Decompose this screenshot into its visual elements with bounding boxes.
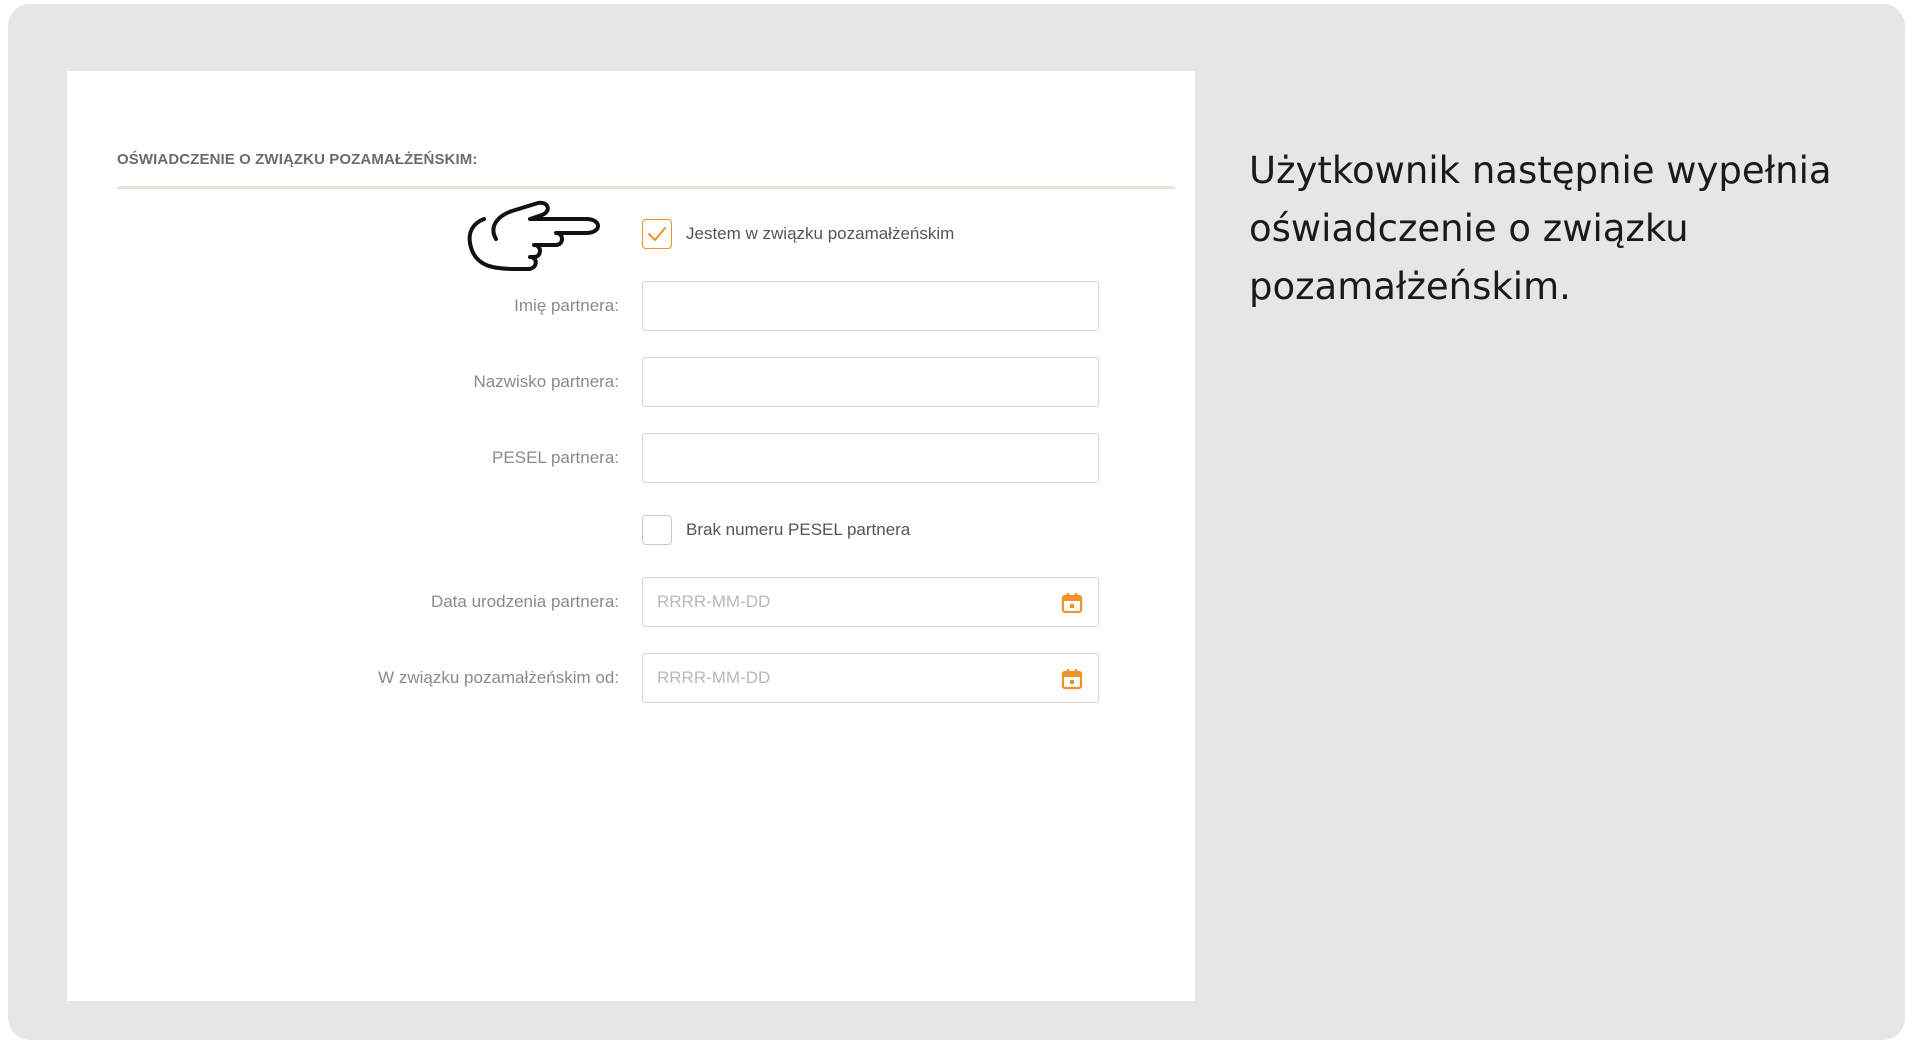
calendar-icon[interactable]: [1060, 591, 1084, 615]
date-placeholder: RRRR-MM-DD: [657, 668, 771, 687]
pointing-hand-icon: [467, 200, 600, 271]
no-pesel-checkbox[interactable]: [642, 515, 672, 545]
relationship-since-input[interactable]: RRRR-MM-DD: [642, 653, 1099, 703]
relationship-checkbox[interactable]: [642, 219, 672, 249]
slide-background: OŚWIADCZENIE O ZWIĄZKU POZAMAŁŻEŃSKIM: J…: [8, 4, 1905, 1040]
calendar-icon[interactable]: [1060, 667, 1084, 691]
partner-birth-date-label: Data urodzenia partnera:: [430, 592, 619, 611]
section-divider: [117, 186, 1175, 189]
partner-pesel-input[interactable]: [642, 433, 1099, 483]
no-pesel-checkbox-label: Brak numeru PESEL partnera: [686, 520, 911, 539]
partner-last-name-label: Nazwisko partnera:: [473, 372, 619, 391]
partner-pesel-label: PESEL partnera:: [492, 448, 619, 467]
relationship-since-label: W związku pozamałżeńskim od:: [378, 668, 619, 687]
checkmark-icon: [648, 227, 666, 241]
form-panel: OŚWIADCZENIE O ZWIĄZKU POZAMAŁŻEŃSKIM: J…: [67, 71, 1195, 1001]
relationship-checkbox-label: Jestem w związku pozamałżeńskim: [686, 224, 955, 243]
partner-first-name-input[interactable]: [642, 281, 1099, 331]
partner-last-name-input[interactable]: [642, 357, 1099, 407]
partner-first-name-label: Imię partnera:: [514, 296, 619, 315]
instruction-text: Użytkownik następnie wypełnia oświadczen…: [1249, 149, 1832, 308]
section-title: OŚWIADCZENIE O ZWIĄZKU POZAMAŁŻEŃSKIM:: [117, 151, 478, 168]
date-placeholder: RRRR-MM-DD: [657, 592, 771, 611]
partner-birth-date-input[interactable]: RRRR-MM-DD: [642, 577, 1099, 627]
